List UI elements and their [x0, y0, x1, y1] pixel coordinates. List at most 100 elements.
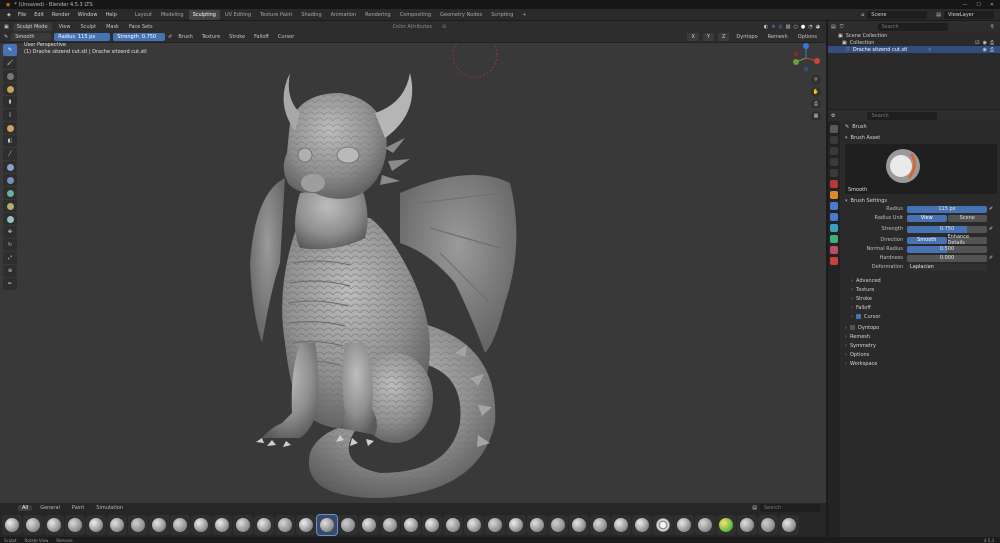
material-shading-icon[interactable]: ◔ — [808, 24, 812, 30]
tool-box-mask[interactable]: ▮ — [3, 96, 17, 108]
rendered-shading-icon[interactable]: ◕ — [816, 24, 820, 30]
tool-rotate[interactable]: ↻ — [3, 239, 17, 251]
outliner-filter-icon[interactable]: ⚲ — [990, 24, 1000, 30]
tool-transform[interactable]: ⊕ — [3, 265, 17, 277]
shelf-options-icon[interactable]: ▤ — [752, 505, 757, 511]
menu-cursor[interactable]: Cursor — [275, 34, 297, 40]
direction-enhance[interactable]: Enhance Details — [947, 234, 987, 246]
shelf-brush-37[interactable] — [758, 515, 778, 535]
shelf-brush-35[interactable] — [716, 515, 736, 535]
dyntopo-menu[interactable]: Dyntopo — [733, 34, 760, 40]
shelf-brush-13[interactable] — [254, 515, 274, 535]
object-tab-icon[interactable] — [830, 191, 838, 199]
outliner-row-scene-collection[interactable]: ▣ Scene Collection — [828, 32, 1000, 39]
shelf-tab-all[interactable]: All — [18, 505, 33, 511]
shelf-brush-27[interactable] — [548, 515, 568, 535]
tab-geometry-nodes[interactable]: Geometry Nodes — [436, 10, 486, 20]
shelf-tab-general[interactable]: General — [36, 505, 64, 511]
radius-unit-scene[interactable]: Scene — [947, 214, 987, 222]
navigation-gizmo[interactable] — [790, 42, 822, 74]
cursor-checkbox[interactable] — [856, 314, 861, 319]
shelf-brush-10[interactable] — [191, 515, 211, 535]
shelf-brush-9[interactable] — [170, 515, 190, 535]
tool-color-filter[interactable] — [3, 187, 17, 199]
strength-field[interactable]: Strength 0.750 — [113, 33, 166, 41]
pressure-icon[interactable]: ✐ — [987, 206, 1000, 212]
brush-selector[interactable]: Smooth — [11, 33, 52, 41]
overlay-icon[interactable]: ◍ — [778, 24, 782, 30]
shelf-brush-5[interactable] — [86, 515, 106, 535]
symmetry-z[interactable]: Z — [717, 33, 730, 41]
deformation-dropdown[interactable]: Laplacian — [907, 263, 987, 271]
tab-shading[interactable]: Shading — [297, 10, 325, 20]
brush-asset-panel-header[interactable]: ▾ Brush Asset — [841, 133, 1000, 142]
options-menu[interactable]: Options — [795, 34, 820, 40]
tool-mask[interactable] — [3, 70, 17, 82]
output-tab-icon[interactable] — [830, 147, 838, 155]
outliner-row-collection[interactable]: ▣ Collection ☑ ◉ ⎙ — [828, 39, 1000, 46]
menu-face-sets[interactable]: Face Sets — [126, 24, 156, 30]
tool-box-face-set[interactable] — [3, 122, 17, 134]
filter-icon[interactable]: ⛉ — [840, 24, 844, 30]
shelf-brush-26[interactable] — [527, 515, 547, 535]
menu-falloff[interactable]: Falloff — [251, 34, 272, 40]
view-layer-tab-icon[interactable] — [830, 158, 838, 166]
brush-asset-preview[interactable]: Smooth — [845, 144, 997, 194]
menu-sculpt[interactable]: Sculpt — [77, 24, 99, 30]
shelf-tab-paint[interactable]: Paint — [68, 505, 88, 511]
xray-icon[interactable]: ▧ — [786, 24, 791, 30]
render-tab-icon[interactable] — [830, 136, 838, 144]
tab-layout[interactable]: Layout — [131, 10, 156, 20]
mode-dropdown[interactable]: Sculpt Mode — [12, 22, 52, 31]
pen-pressure-icon[interactable]: ✐ — [168, 34, 172, 40]
checkbox-icon[interactable]: ☑ — [975, 40, 979, 46]
shelf-brush-17[interactable] — [338, 515, 358, 535]
section-options[interactable]: › Options — [841, 350, 1000, 359]
scene-tab-icon[interactable] — [830, 169, 838, 177]
subpanel-stroke[interactable]: › Stroke — [841, 294, 1000, 303]
radius-field[interactable]: Radius 115 px — [54, 33, 111, 41]
tool-move[interactable]: ✥ — [3, 226, 17, 238]
menu-window[interactable]: Window — [74, 12, 102, 18]
menu-help[interactable]: Help — [101, 12, 120, 18]
subpanel-texture[interactable]: › Texture — [841, 285, 1000, 294]
symmetry-y[interactable]: Y — [702, 33, 714, 41]
shelf-brush-30[interactable] — [611, 515, 631, 535]
maximize-icon[interactable]: ☐ — [976, 2, 980, 8]
minimize-icon[interactable]: — — [962, 2, 967, 8]
tool-draw[interactable]: ✎ — [3, 44, 17, 56]
tab-animation[interactable]: Animation — [327, 10, 361, 20]
add-workspace-icon[interactable]: + — [518, 10, 530, 20]
tab-uv-editing[interactable]: UV Editing — [221, 10, 255, 20]
shelf-brush-33[interactable] — [674, 515, 694, 535]
shelf-brush-14[interactable] — [275, 515, 295, 535]
properties-editor-icon[interactable]: ⚙ — [831, 113, 835, 119]
tool-edit-face-set[interactable] — [3, 200, 17, 212]
shelf-tab-simulation[interactable]: Simulation — [92, 505, 127, 511]
dyntopo-checkbox[interactable] — [850, 325, 855, 330]
tab-scripting[interactable]: Scripting — [487, 10, 517, 20]
section-symmetry[interactable]: › Symmetry — [841, 341, 1000, 350]
section-workspace[interactable]: › Workspace — [841, 359, 1000, 368]
tool-mesh-filter[interactable] — [3, 161, 17, 173]
tool-cloth-filter[interactable] — [3, 174, 17, 186]
wireframe-shading-icon[interactable]: ○ — [794, 24, 798, 30]
shelf-brush-31[interactable] — [632, 515, 652, 535]
tool-paint[interactable]: 🖌 — [3, 57, 17, 69]
shelf-brush-18[interactable] — [359, 515, 379, 535]
shelf-brush-15[interactable] — [296, 515, 316, 535]
shelf-brush-22[interactable] — [443, 515, 463, 535]
tool-box-trim[interactable]: ◧ — [3, 135, 17, 147]
solid-shading-icon[interactable]: ● — [801, 24, 805, 30]
ortho-grid-icon[interactable]: ▦ — [811, 111, 821, 121]
subpanel-advanced[interactable]: › Advanced — [841, 276, 1000, 285]
brush-settings-panel-header[interactable]: ▾ Brush Settings — [841, 196, 1000, 205]
scene-field[interactable]: Scene — [867, 10, 928, 19]
tool-scale[interactable]: ⤢ — [3, 252, 17, 264]
world-tab-icon[interactable] — [830, 180, 838, 188]
snap-icon[interactable]: ⊙ — [439, 24, 449, 30]
pressure-icon[interactable]: ✐ — [987, 226, 1000, 232]
subpanel-cursor[interactable]: › Cursor — [841, 312, 1000, 321]
eye-icon[interactable]: ◉ — [983, 40, 987, 46]
normal-radius-slider[interactable]: 0.500 — [907, 245, 987, 253]
